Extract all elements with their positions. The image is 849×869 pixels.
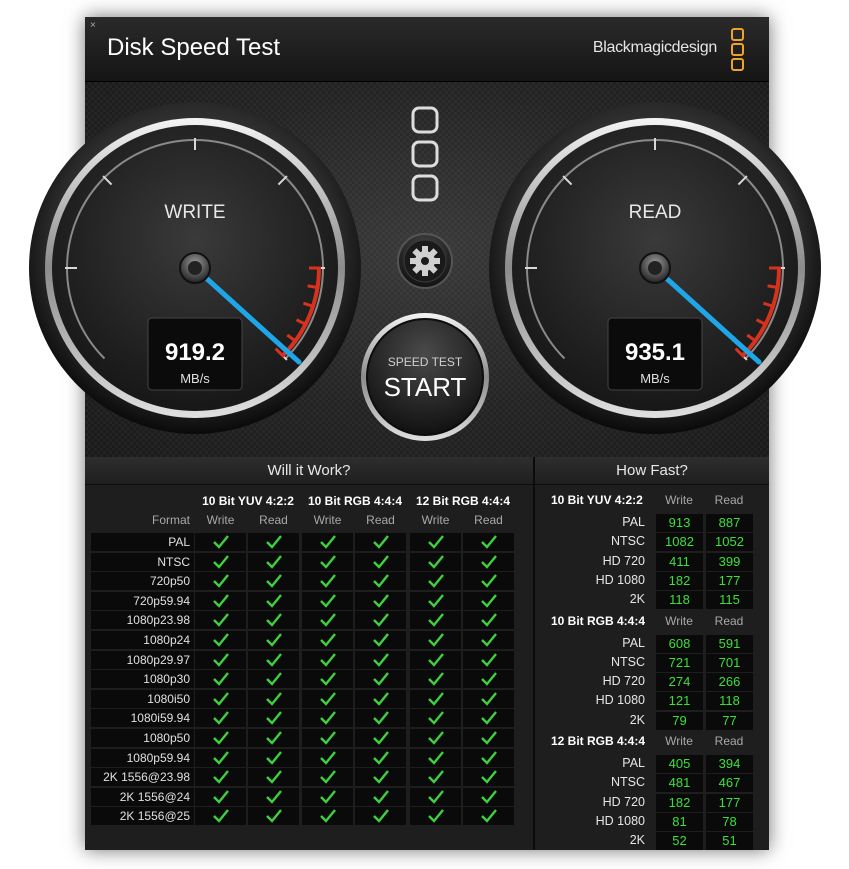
gear-icon	[410, 246, 440, 276]
settings-button[interactable]	[397, 233, 453, 289]
gauge-red-tick	[767, 284, 780, 290]
write-speed-unit: MB/s	[180, 371, 210, 386]
write-speed-value: 919.2	[165, 339, 225, 366]
read-speed-unit: MB/s	[640, 371, 670, 386]
read-gauge: READ 935.1 MB/s	[489, 102, 821, 434]
start-label: START	[384, 372, 467, 402]
start-caption: SPEED TEST	[388, 355, 463, 369]
gauges-layer: WRITE 919.2 MB/s READ 935.1 MB/s SPEED TEST …	[29, 102, 821, 441]
start-button[interactable]: SPEED TEST START	[361, 313, 489, 441]
blackmagic-logo-icon	[411, 106, 439, 202]
gauge-hub-center	[648, 261, 662, 275]
gauge-red-tick	[307, 284, 320, 290]
gauge-hub-center	[188, 261, 202, 275]
read-speed-value: 935.1	[625, 339, 685, 366]
write-gauge: WRITE 919.2 MB/s	[29, 102, 361, 434]
read-gauge-label: READ	[629, 202, 682, 223]
write-gauge-label: WRITE	[164, 202, 225, 223]
